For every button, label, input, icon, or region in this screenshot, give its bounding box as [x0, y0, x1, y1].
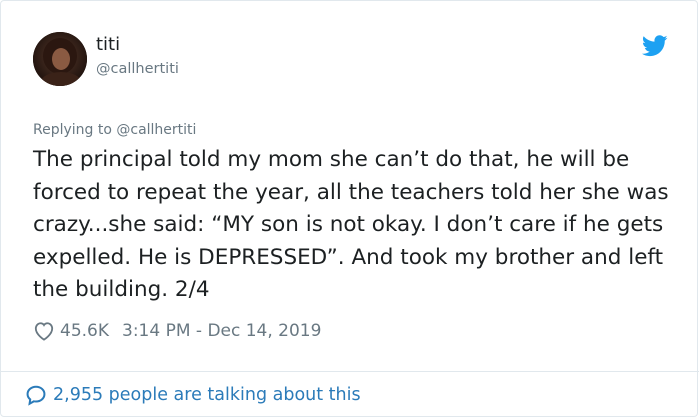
conversation-text[interactable]: 2,955 people are talking about this — [53, 385, 361, 405]
tweet-card: titi @callhertiti Replying to @callherti… — [0, 0, 699, 417]
avatar-image — [33, 32, 87, 86]
tweet-meta: 45.6K 3:14 PM - Dec 14, 2019 — [33, 319, 321, 343]
divider — [1, 371, 699, 372]
like-count[interactable]: 45.6K — [60, 321, 109, 341]
avatar[interactable] — [33, 32, 87, 86]
speech-bubble-icon — [26, 385, 46, 406]
user-handle[interactable]: @callhertiti — [96, 59, 179, 79]
twitter-bird-icon[interactable] — [642, 35, 668, 57]
timestamp[interactable]: 3:14 PM - Dec 14, 2019 — [122, 321, 321, 341]
heart-icon[interactable] — [33, 321, 55, 341]
replying-to[interactable]: Replying to @callhertiti — [33, 121, 196, 139]
display-name[interactable]: titi — [96, 34, 120, 56]
conversation-link[interactable]: 2,955 people are talking about this — [25, 382, 361, 408]
tweet-text: The principal told my mom she can’t do t… — [33, 147, 669, 303]
